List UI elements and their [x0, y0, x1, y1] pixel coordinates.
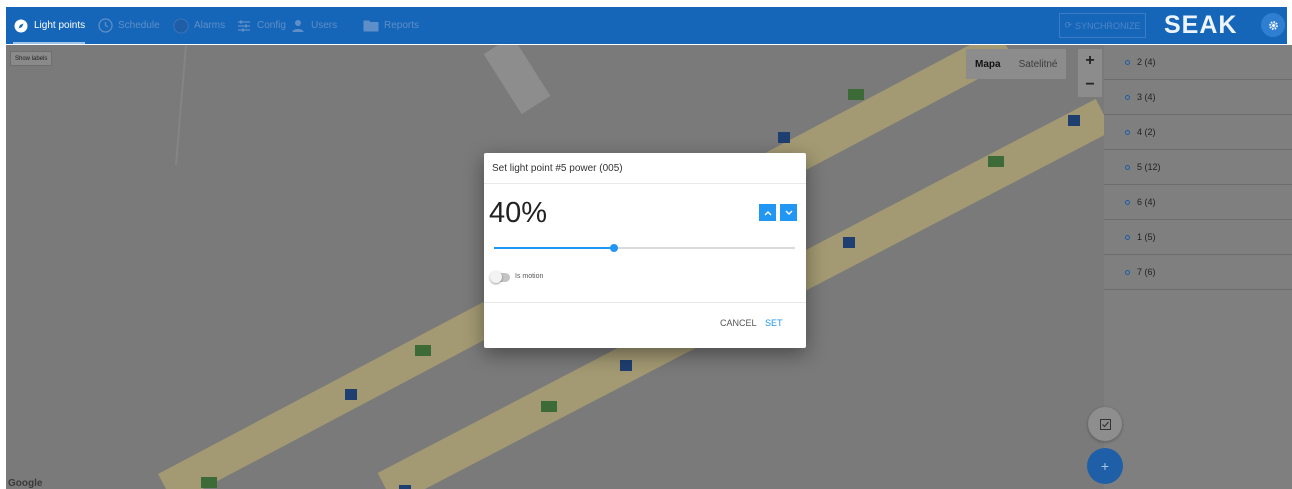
is-motion-toggle[interactable] [490, 271, 510, 283]
circle-icon [1125, 234, 1130, 240]
plus-icon: + [1100, 458, 1110, 474]
power-slider[interactable] [494, 244, 795, 252]
nav-reports[interactable]: Reports [363, 7, 419, 44]
decrease-button[interactable] [780, 204, 797, 221]
alarm-icon [173, 17, 189, 34]
checkbox-icon [1099, 418, 1111, 430]
sliders-icon [236, 18, 252, 34]
clock-icon [97, 18, 113, 34]
sync-icon: ⟳ [1064, 20, 1073, 30]
map-type-mapa[interactable]: Mapa [966, 49, 1010, 79]
map-type-control: Mapa Satelitné [966, 49, 1067, 79]
set-button[interactable]: SET [765, 318, 783, 328]
group-label: 4 (2) [1137, 127, 1156, 137]
dialog-title: Set light point #5 power (005) [492, 163, 623, 174]
circle-icon [1125, 269, 1130, 275]
light-point-groups-panel: 2 (4) 3 (4) 4 (2) 5 (12) 6 (4) 1 (5) 7 (… [1104, 45, 1292, 489]
nav-label-reports: Reports [384, 20, 420, 31]
divider [484, 302, 806, 303]
list-item[interactable]: 7 (6) [1104, 255, 1292, 290]
zoom-in-button[interactable]: + [1078, 49, 1102, 73]
list-item[interactable]: 6 (4) [1104, 185, 1292, 220]
group-label: 6 (4) [1137, 197, 1156, 207]
compass-icon [13, 18, 29, 34]
list-item[interactable]: 2 (4) [1104, 45, 1292, 80]
map-type-satellite[interactable]: Satelitné [1010, 49, 1067, 79]
nav-alarms[interactable]: Alarms [173, 7, 225, 44]
list-item[interactable]: 5 (12) [1104, 150, 1292, 185]
cancel-button[interactable]: CANCEL [720, 318, 757, 328]
nav-config[interactable]: Config [236, 7, 286, 44]
nav-label-schedule: Schedule [118, 20, 160, 31]
group-label: 3 (4) [1137, 92, 1156, 102]
circle-icon [1125, 129, 1130, 135]
list-item[interactable]: 3 (4) [1104, 80, 1292, 115]
synchronize-button[interactable]: ⟳ SYNCHRONIZE [1059, 13, 1146, 38]
nav-label-light-points: Light points [34, 20, 86, 31]
list-item[interactable]: 1 (5) [1104, 220, 1292, 255]
toggle-knob [490, 271, 502, 283]
slider-fill [494, 247, 615, 249]
nav-light-points[interactable]: Light points [13, 7, 86, 44]
group-label: 1 (5) [1137, 232, 1156, 242]
chevron-up-icon [764, 210, 771, 215]
gear-icon [1268, 20, 1278, 30]
settings-button[interactable] [1261, 13, 1285, 37]
list-item[interactable]: 4 (2) [1104, 115, 1292, 150]
user-icon [290, 18, 306, 34]
nav-label-users: Users [311, 20, 338, 31]
nav-schedule[interactable]: Schedule [97, 7, 160, 44]
circle-icon [1125, 164, 1130, 170]
show-labels-button[interactable]: Show labels [10, 51, 53, 66]
increase-button[interactable] [759, 204, 776, 221]
nav-users[interactable]: Users [290, 7, 337, 44]
navigation-bar: Light points Schedule Alarms Config User… [6, 7, 1287, 44]
circle-icon [1125, 94, 1130, 100]
zoom-control: + − [1078, 49, 1102, 97]
group-label: 2 (4) [1137, 57, 1156, 67]
add-button[interactable]: + [1087, 448, 1123, 484]
zoom-out-button[interactable]: − [1078, 73, 1102, 97]
chevron-down-icon [785, 210, 792, 215]
slider-thumb[interactable] [610, 244, 619, 252]
nav-label-alarms: Alarms [194, 20, 226, 31]
seak-logo: SEAK [1164, 11, 1238, 39]
power-value: 40% [489, 197, 548, 229]
nav-label-config: Config [257, 20, 286, 31]
is-motion-label: Is motion [515, 273, 544, 280]
synchronize-label: SYNCHRONIZE [1075, 20, 1141, 31]
circle-icon [1125, 59, 1130, 65]
top-bar: Light points Schedule Alarms Config User… [0, 0, 1292, 45]
group-label: 5 (12) [1137, 162, 1161, 172]
google-logo: Google [8, 478, 43, 489]
group-label: 7 (6) [1137, 267, 1156, 277]
circle-icon [1125, 199, 1130, 205]
set-power-dialog: Set light point #5 power (005) 40% Is mo… [484, 153, 806, 348]
folder-icon [363, 18, 379, 34]
select-area-button[interactable] [1088, 407, 1122, 441]
divider [484, 183, 806, 184]
